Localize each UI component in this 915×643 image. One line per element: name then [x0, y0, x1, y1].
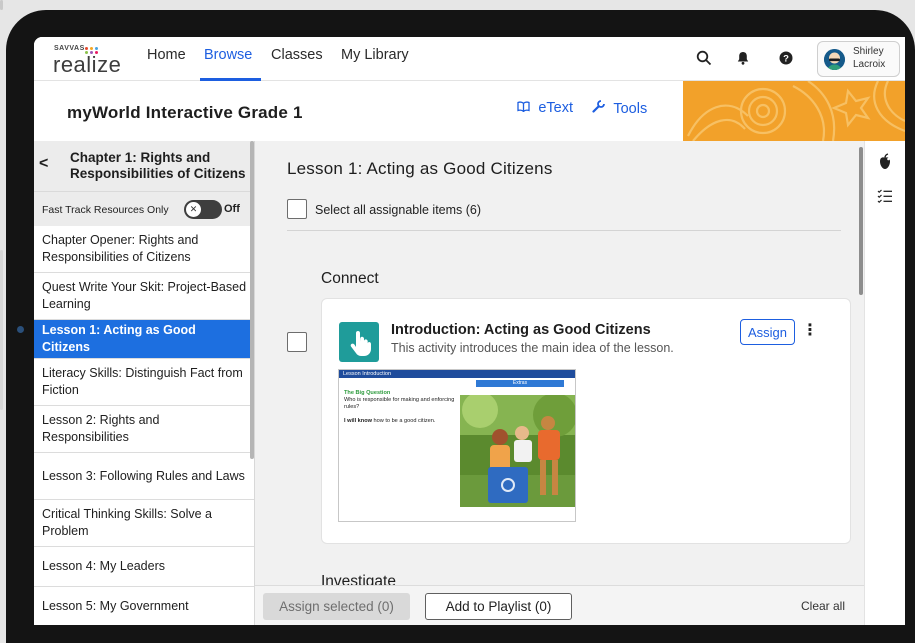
- section-heading-connect: Connect: [321, 270, 379, 287]
- avatar: [824, 49, 845, 70]
- etext-label: eText: [538, 100, 574, 116]
- back-button[interactable]: <: [39, 155, 48, 173]
- tools-link[interactable]: Tools: [592, 100, 647, 117]
- nav-browse[interactable]: Browse: [204, 47, 252, 63]
- user-first-name: Shirley: [853, 46, 884, 57]
- sidebar-item[interactable]: Quest Write Your Skit: Project-Based Lea…: [34, 273, 254, 320]
- checklist-icon[interactable]: [875, 188, 895, 208]
- select-all-checkbox[interactable]: [287, 199, 307, 219]
- activity-card[interactable]: Introduction: Acting as Good Citizens Th…: [321, 298, 851, 544]
- svg-text:?: ?: [783, 54, 789, 65]
- nav-classes[interactable]: Classes: [271, 47, 323, 63]
- program-title: myWorld Interactive Grade 1: [67, 103, 303, 122]
- nav-my-library[interactable]: My Library: [341, 47, 409, 63]
- decorative-banner: [683, 81, 905, 141]
- activity-title[interactable]: Introduction: Acting as Good Citizens: [391, 322, 651, 338]
- bell-icon[interactable]: [734, 50, 752, 68]
- lesson-title: Lesson 1: Acting as Good Citizens: [287, 159, 553, 178]
- tools-label: Tools: [613, 101, 648, 117]
- thumbnail-will-know-text: how to be a good citizen.: [371, 418, 436, 424]
- fast-track-toggle[interactable]: ✕: [184, 200, 222, 219]
- lesson-content: Lesson 1: Acting as Good Citizens Select…: [255, 141, 864, 625]
- chapter-sidebar: < Chapter 1: Rights and Responsibilities…: [34, 141, 255, 625]
- assign-button[interactable]: Assign: [740, 319, 795, 345]
- thumbnail-photo: [460, 395, 575, 507]
- tablet-frame: SAVVAS realize Home Browse Classes My Li…: [0, 0, 915, 643]
- right-tool-rail: [864, 141, 905, 625]
- thumbnail-question-text: Who is responsible for making and enforc…: [344, 397, 455, 410]
- more-options-icon[interactable]: ⋮: [802, 319, 818, 345]
- close-icon: ✕: [186, 202, 201, 217]
- chapter-title: Chapter 1: Rights and Responsibilities o…: [70, 150, 246, 181]
- sidebar-item[interactable]: Lesson 1: Acting as Good Citizens: [34, 320, 254, 359]
- fast-track-row: Fast Track Resources Only ✕ Off: [34, 191, 254, 226]
- etext-link[interactable]: eText: [517, 100, 573, 116]
- tablet-side-button: [0, 0, 3, 10]
- sidebar-item[interactable]: Chapter Opener: Rights and Responsibilit…: [34, 226, 254, 273]
- sidebar-scrollbar[interactable]: [250, 141, 254, 459]
- item-checkbox[interactable]: [287, 332, 307, 352]
- sidebar-item[interactable]: Lesson 4: My Leaders: [34, 547, 254, 587]
- help-icon[interactable]: ?: [777, 50, 795, 68]
- add-to-playlist-button[interactable]: Add to Playlist (0): [425, 593, 572, 620]
- fast-track-state: Off: [224, 203, 240, 215]
- top-navigation: SAVVAS realize Home Browse Classes My Li…: [34, 37, 905, 81]
- thumbnail-will-know-bold: I will know: [344, 418, 372, 424]
- logo-brand-name: realize: [53, 52, 122, 77]
- activity-thumbnail[interactable]: Lesson Introduction Extras The Big Quest…: [338, 369, 576, 522]
- program-title-bar: myWorld Interactive Grade 1 eText Tools: [34, 81, 905, 141]
- sidebar-list: Chapter Opener: Rights and Responsibilit…: [34, 226, 254, 625]
- book-icon: [517, 101, 533, 115]
- main-scrollbar[interactable]: [859, 147, 863, 295]
- activity-description: This activity introduces the main idea o…: [391, 341, 674, 355]
- thumbnail-header-bar: Lesson Introduction: [339, 370, 575, 378]
- search-icon[interactable]: [695, 50, 713, 68]
- thumbnail-extras-tab: Extras: [476, 380, 564, 387]
- apple-icon[interactable]: [875, 153, 895, 173]
- sidebar-header: < Chapter 1: Rights and Responsibilities…: [34, 141, 254, 191]
- app-screen: SAVVAS realize Home Browse Classes My Li…: [34, 37, 905, 625]
- fast-track-label: Fast Track Resources Only: [42, 204, 169, 216]
- wrench-icon: [592, 100, 608, 116]
- user-menu[interactable]: Shirley Lacroix: [817, 41, 900, 77]
- logo-brand-small: SAVVAS: [54, 45, 85, 52]
- user-last-name: Lacroix: [853, 59, 886, 70]
- thumbnail-bar-label: Lesson Introduction: [343, 371, 392, 377]
- user-name: Shirley Lacroix: [853, 45, 885, 71]
- divider: [287, 230, 841, 231]
- sidebar-item[interactable]: Lesson 3: Following Rules and Laws: [34, 453, 254, 500]
- hand-pointer-icon: [339, 322, 379, 362]
- thumbnail-question-heading: The Big Question: [344, 390, 391, 396]
- assignment-footer: Assign selected (0) Add to Playlist (0) …: [255, 585, 864, 625]
- assign-selected-button[interactable]: Assign selected (0): [263, 593, 410, 620]
- select-all-label: Select all assignable items (6): [315, 203, 482, 217]
- nav-home[interactable]: Home: [147, 47, 186, 63]
- sidebar-item[interactable]: Lesson 2: Rights and Responsibilities: [34, 406, 254, 453]
- tablet-volume-button: [0, 250, 3, 410]
- camera-dot: [17, 326, 24, 333]
- clear-all-link[interactable]: Clear all: [801, 599, 845, 613]
- thumbnail-question: The Big Question Who is responsible for …: [344, 390, 456, 425]
- sidebar-item[interactable]: Lesson 5: My Government: [34, 587, 254, 625]
- sidebar-item[interactable]: Literacy Skills: Distinguish Fact from F…: [34, 359, 254, 406]
- sidebar-item[interactable]: Critical Thinking Skills: Solve a Proble…: [34, 500, 254, 547]
- savvas-realize-logo[interactable]: SAVVAS realize: [53, 44, 129, 77]
